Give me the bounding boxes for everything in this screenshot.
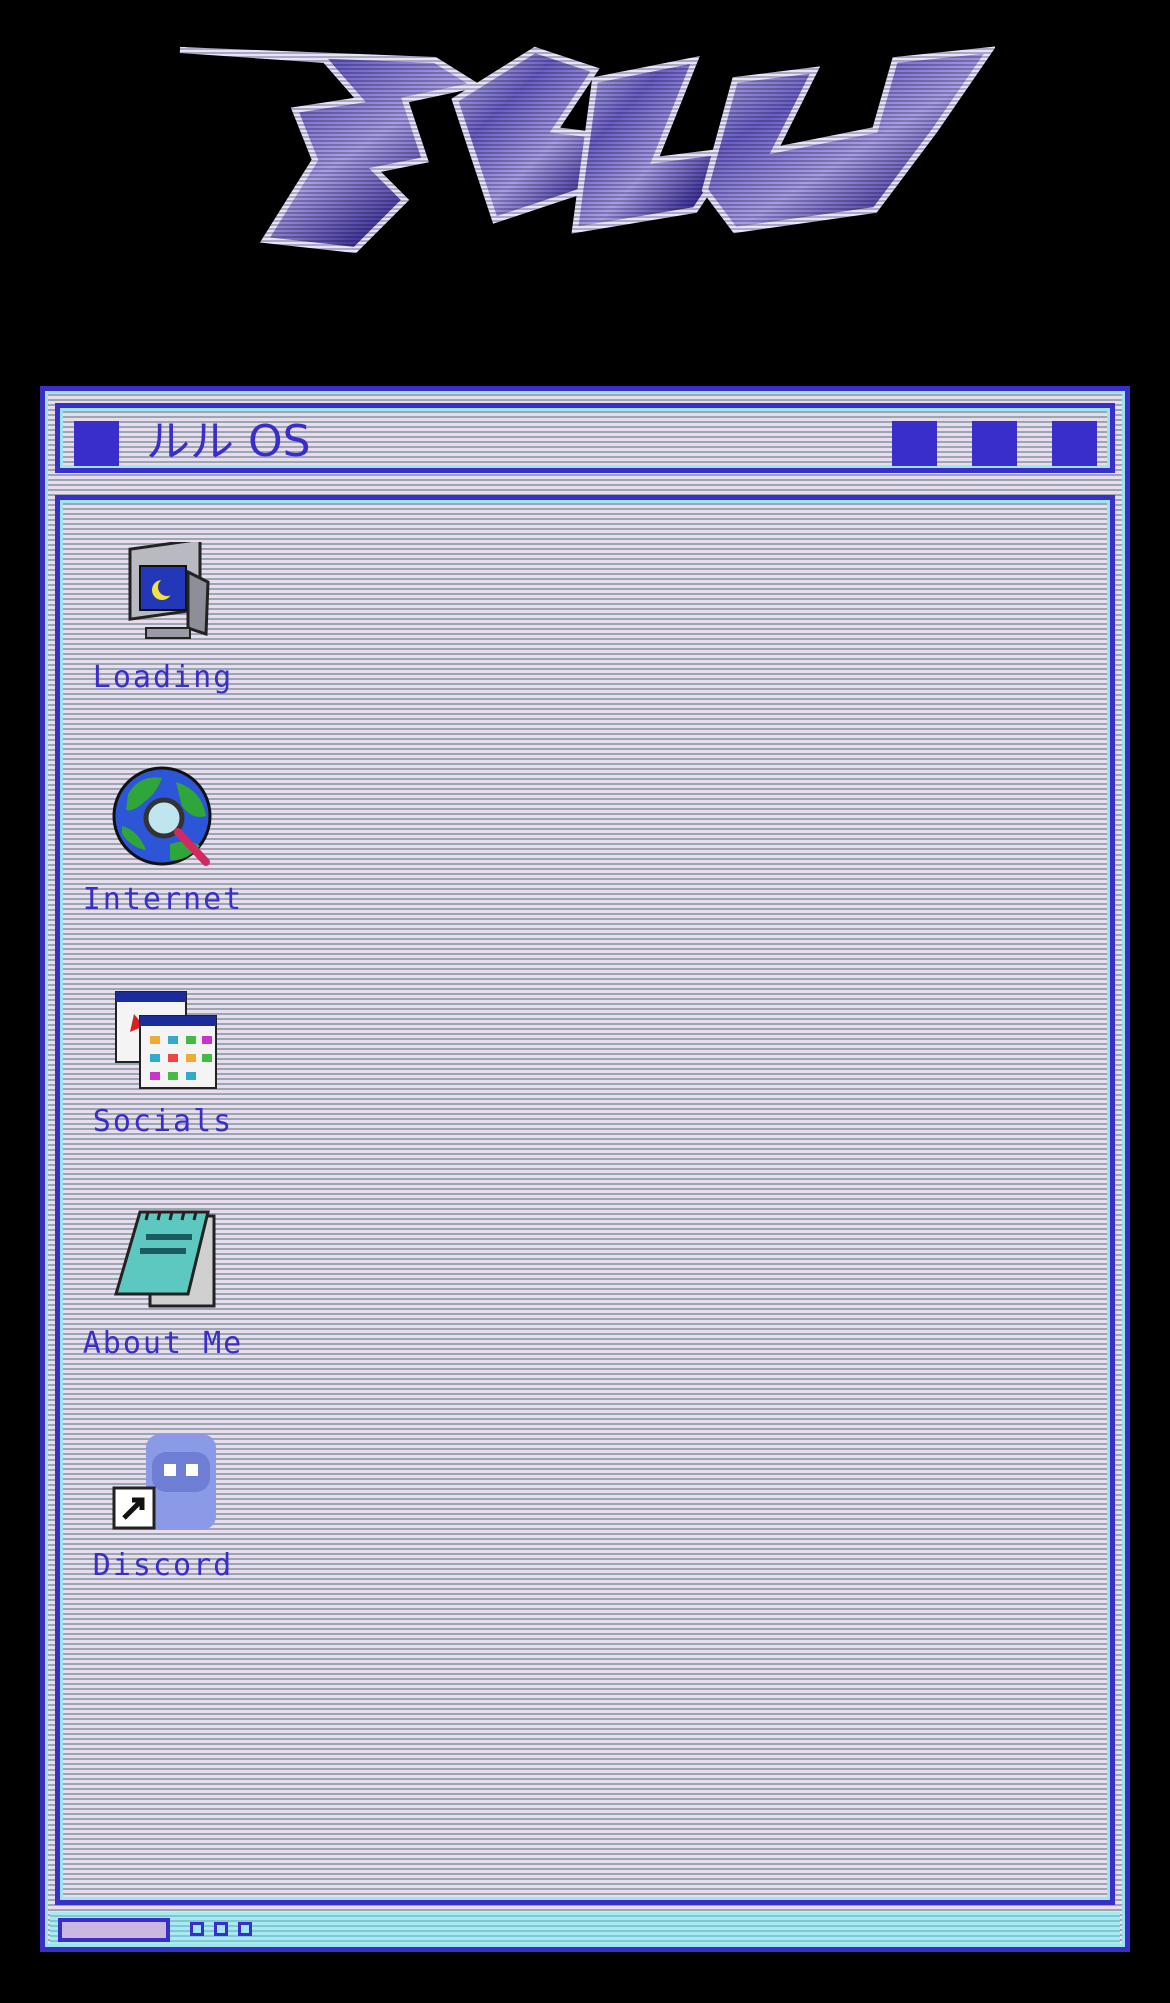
desktop-area: Loading Internet Socials About Me Discor… <box>55 495 1115 1905</box>
minimize-button[interactable] <box>892 421 937 466</box>
desktop-icon-label: Socials <box>92 1104 234 1139</box>
desktop-icon-loading[interactable]: Loading <box>78 542 248 732</box>
app-windows-icon <box>115 991 217 1089</box>
desktop-icon-discord[interactable]: Discord <box>78 1430 248 1620</box>
title-bar[interactable]: ルル OS <box>55 403 1115 473</box>
globe-search-icon <box>112 766 212 866</box>
maximize-button[interactable] <box>972 421 1017 466</box>
monitor-icon <box>128 542 210 639</box>
notepad-icon <box>113 1210 216 1308</box>
discord-shortcut-icon <box>112 1434 216 1530</box>
close-button[interactable] <box>1052 421 1097 466</box>
window-menu-icon[interactable] <box>74 421 119 466</box>
desktop-icon-label: Discord <box>92 1548 234 1583</box>
desktop-icon-label: Internet <box>82 882 244 917</box>
tray-icon[interactable] <box>190 1922 204 1936</box>
taskbar <box>50 1912 1120 1944</box>
tray-icon[interactable] <box>214 1922 228 1936</box>
page: ルル OS Loading Internet Socials About Me … <box>0 0 1170 2003</box>
window-title: ルル OS <box>146 416 311 467</box>
start-button[interactable] <box>58 1918 170 1942</box>
os-window: ルル OS Loading Internet Socials About Me … <box>40 386 1130 1952</box>
desktop-icon-label: About Me <box>82 1326 244 1361</box>
desktop-icon-internet[interactable]: Internet <box>78 764 248 954</box>
desktop-icon-socials[interactable]: Socials <box>78 986 248 1176</box>
tray-icon[interactable] <box>238 1922 252 1936</box>
desktop-icon-label: Loading <box>92 660 234 695</box>
logo <box>175 40 995 270</box>
desktop-icon-about-me[interactable]: About Me <box>78 1208 248 1398</box>
